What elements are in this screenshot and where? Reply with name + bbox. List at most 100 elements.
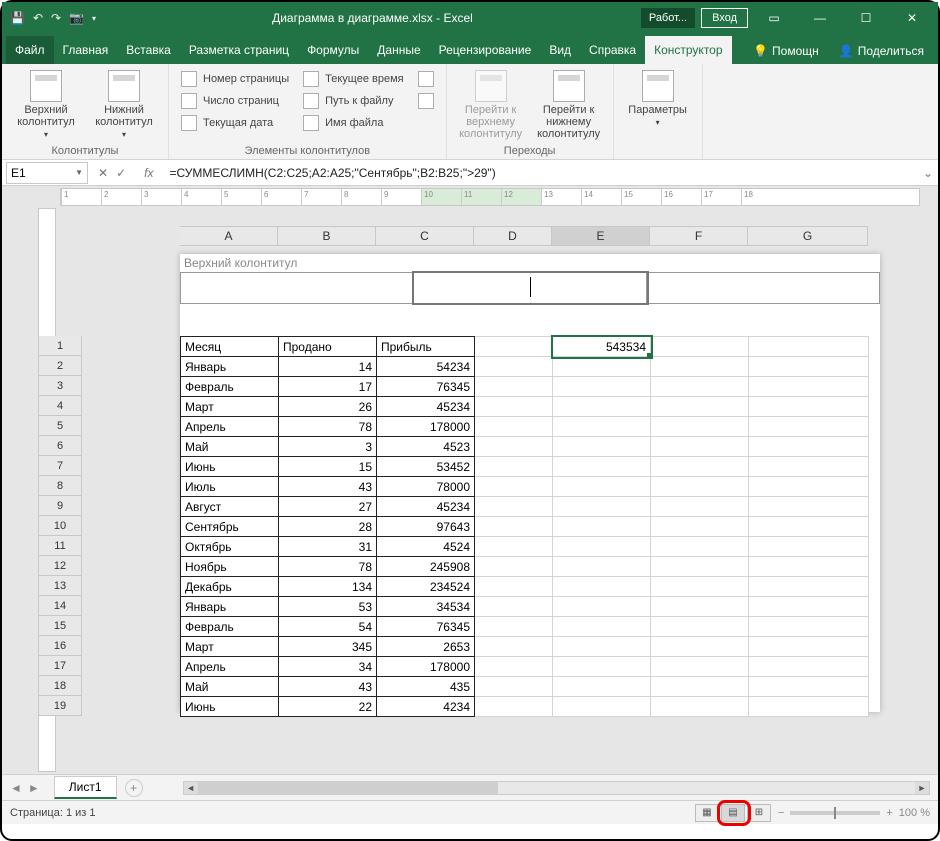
cell[interactable]: Февраль: [181, 617, 279, 637]
cell[interactable]: [475, 557, 553, 577]
cell[interactable]: [475, 417, 553, 437]
tab-page-layout[interactable]: Разметка страниц: [180, 36, 298, 64]
col-header-b[interactable]: B: [278, 226, 376, 246]
tab-file[interactable]: Файл: [6, 36, 54, 64]
cell[interactable]: [651, 677, 749, 697]
col-header-a[interactable]: A: [180, 226, 278, 246]
cell[interactable]: 43: [279, 677, 377, 697]
name-box[interactable]: E1▼: [6, 162, 88, 184]
cell[interactable]: 34: [279, 657, 377, 677]
tab-data[interactable]: Данные: [368, 36, 429, 64]
zoom-in-icon[interactable]: +: [886, 807, 892, 819]
cell[interactable]: 543534: [553, 337, 651, 357]
cell[interactable]: [749, 397, 869, 417]
cell[interactable]: Январь: [181, 357, 279, 377]
row-header[interactable]: 18: [38, 676, 82, 696]
cell[interactable]: [475, 377, 553, 397]
zoom-control[interactable]: − + 100 %: [778, 807, 930, 819]
cell[interactable]: 27: [279, 497, 377, 517]
cell[interactable]: [553, 357, 651, 377]
cell[interactable]: [749, 357, 869, 377]
cell[interactable]: 53452: [377, 457, 475, 477]
page-number-button[interactable]: Номер страницы: [177, 68, 293, 90]
cell[interactable]: [651, 577, 749, 597]
cell[interactable]: [749, 657, 869, 677]
row-header[interactable]: 14: [38, 596, 82, 616]
cell[interactable]: 345: [279, 637, 377, 657]
row-header[interactable]: 9: [38, 496, 82, 516]
cell[interactable]: 45234: [377, 497, 475, 517]
cell[interactable]: 45234: [377, 397, 475, 417]
row-header[interactable]: 1: [38, 336, 82, 356]
cell[interactable]: 53: [279, 597, 377, 617]
col-header-g[interactable]: G: [748, 226, 868, 246]
cell[interactable]: [475, 517, 553, 537]
cell[interactable]: [553, 597, 651, 617]
header-boxes[interactable]: [180, 272, 880, 304]
cell[interactable]: [749, 537, 869, 557]
cell[interactable]: [475, 457, 553, 477]
cell[interactable]: 14: [279, 357, 377, 377]
cell[interactable]: [553, 637, 651, 657]
cell[interactable]: [749, 637, 869, 657]
tab-review[interactable]: Рецензирование: [430, 36, 541, 64]
cell[interactable]: 78000: [377, 477, 475, 497]
cell[interactable]: 4523: [377, 437, 475, 457]
cell[interactable]: [475, 537, 553, 557]
view-page-break-button[interactable]: ⊞: [747, 804, 771, 822]
cell[interactable]: [651, 497, 749, 517]
cell[interactable]: 178000: [377, 657, 475, 677]
goto-footer-button[interactable]: Перейти к нижнему колонтитулу: [533, 68, 605, 142]
cell[interactable]: [749, 577, 869, 597]
cell[interactable]: [749, 337, 869, 357]
cell[interactable]: 22: [279, 697, 377, 717]
row-header[interactable]: 15: [38, 616, 82, 636]
maximize-button[interactable]: ☐: [846, 2, 886, 34]
cell[interactable]: [749, 497, 869, 517]
cell[interactable]: Март: [181, 397, 279, 417]
cell[interactable]: 28: [279, 517, 377, 537]
col-header-f[interactable]: F: [650, 226, 748, 246]
header-right[interactable]: [647, 273, 879, 303]
cell[interactable]: [749, 417, 869, 437]
file-path-button[interactable]: Путь к файлу: [299, 90, 407, 112]
cell[interactable]: Июнь: [181, 697, 279, 717]
cell[interactable]: 2653: [377, 637, 475, 657]
footer-button[interactable]: Нижний колонтитул▾: [88, 68, 160, 141]
cell[interactable]: Октябрь: [181, 537, 279, 557]
cell[interactable]: [553, 397, 651, 417]
zoom-out-icon[interactable]: −: [778, 807, 784, 819]
cell[interactable]: [475, 677, 553, 697]
row-header[interactable]: 11: [38, 536, 82, 556]
ribbon-display-icon[interactable]: ▭: [754, 2, 794, 34]
cell[interactable]: [651, 477, 749, 497]
cell[interactable]: [749, 557, 869, 577]
cell[interactable]: [553, 417, 651, 437]
cell[interactable]: [651, 437, 749, 457]
header-center[interactable]: [414, 273, 647, 303]
tab-formulas[interactable]: Формулы: [298, 36, 368, 64]
cell[interactable]: [475, 397, 553, 417]
redo-icon[interactable]: ↷: [51, 11, 61, 25]
cell[interactable]: [749, 617, 869, 637]
row-header[interactable]: 16: [38, 636, 82, 656]
header-button[interactable]: Верхний колонтитул▾: [10, 68, 82, 141]
horizontal-scrollbar[interactable]: ◄ ►: [183, 781, 930, 795]
cell[interactable]: [749, 597, 869, 617]
cell[interactable]: Март: [181, 637, 279, 657]
cell[interactable]: [651, 517, 749, 537]
row-header[interactable]: 4: [38, 396, 82, 416]
cell[interactable]: 54234: [377, 357, 475, 377]
tab-insert[interactable]: Вставка: [117, 36, 180, 64]
row-header[interactable]: 6: [38, 436, 82, 456]
cell[interactable]: [749, 457, 869, 477]
cell[interactable]: 15: [279, 457, 377, 477]
cell[interactable]: 31: [279, 537, 377, 557]
cell[interactable]: Июнь: [181, 457, 279, 477]
cell[interactable]: Май: [181, 677, 279, 697]
cell[interactable]: [475, 637, 553, 657]
row-header[interactable]: 12: [38, 556, 82, 576]
cell[interactable]: [749, 677, 869, 697]
options-button[interactable]: Параметры▾: [622, 68, 694, 129]
undo-icon[interactable]: ↶: [33, 11, 43, 25]
